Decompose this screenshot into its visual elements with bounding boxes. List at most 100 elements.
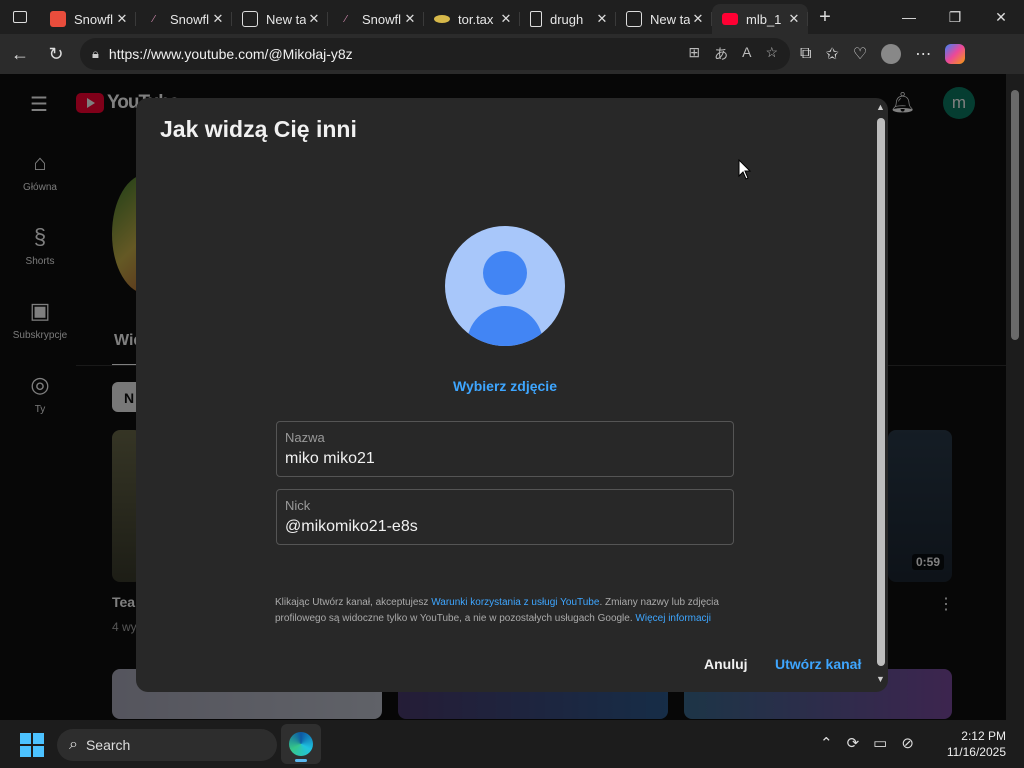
close-icon[interactable]: ✕ xyxy=(114,11,130,27)
apps-icon[interactable]: ⊞ xyxy=(688,44,700,64)
favorite-star-icon[interactable]: ☆ xyxy=(765,44,778,64)
back-icon[interactable]: ← xyxy=(2,44,38,65)
url-text[interactable]: https://www.youtube.com/@Mikołaj-y8z xyxy=(109,46,353,62)
taskbar: ⌕ Search ⌃ ⟳ ▭ ⊘ 2:12 PM 11/16/2025 xyxy=(0,720,1024,768)
active-indicator xyxy=(295,759,307,762)
tab-drugh[interactable]: drugh ✕ xyxy=(520,4,616,34)
close-icon[interactable]: ✕ xyxy=(402,11,418,27)
translate-icon[interactable]: あ xyxy=(714,44,728,64)
dialog-title: Jak widzą Cię inni xyxy=(160,116,357,142)
windows-logo-tile xyxy=(33,733,44,744)
dialog-scrollbar-thumb[interactable] xyxy=(877,118,885,666)
close-icon[interactable]: ✕ xyxy=(594,11,610,27)
system-tray: ⌃ ⟳ ▭ ⊘ xyxy=(820,734,914,752)
newtab-icon xyxy=(242,11,258,27)
handle-field[interactable]: Nick @mikomiko21-e8s xyxy=(276,489,734,545)
close-icon[interactable]: ✕ xyxy=(210,11,226,27)
window-controls: — ❐ ✕ xyxy=(886,9,1024,26)
person-body-icon xyxy=(467,306,543,346)
clock-time: 2:12 PM xyxy=(961,729,1006,743)
handle-field-value[interactable]: @mikomiko21-e8s xyxy=(285,518,733,536)
clock[interactable]: 2:12 PM 11/16/2025 xyxy=(940,728,1006,760)
dialog-scrollbar[interactable]: ▲ ▼ xyxy=(874,102,888,688)
tab-title: Snowfl xyxy=(74,11,114,27)
legal-text: Klikając Utwórz kanał, akceptujesz xyxy=(275,597,432,608)
tab-newtab-1[interactable]: New ta ✕ xyxy=(232,4,328,34)
create-channel-button[interactable]: Utwórz kanał xyxy=(775,656,861,672)
tab-snowfl-3[interactable]: ⁄ Snowfl ✕ xyxy=(328,4,424,34)
page-scrollbar-thumb[interactable] xyxy=(1011,90,1019,340)
mouse-cursor-icon xyxy=(738,159,752,180)
close-icon[interactable]: ✕ xyxy=(498,11,514,27)
tab-actions-button[interactable] xyxy=(0,0,40,34)
tor-icon xyxy=(434,15,450,23)
close-icon[interactable]: ✕ xyxy=(306,11,322,27)
browser-toolbar: ← ↻ 🔒︎ https://www.youtube.com/@Mikołaj-… xyxy=(0,34,1024,74)
youtube-icon xyxy=(722,13,738,25)
close-icon[interactable]: ✕ xyxy=(786,11,802,27)
windows-logo-tile xyxy=(33,746,44,757)
tab-newtab-2[interactable]: New ta ✕ xyxy=(616,4,712,34)
tab-title: Snowfl xyxy=(362,11,402,27)
omnibox-icons: ⊞ あ A ☆ xyxy=(688,44,790,64)
toolbar-right: ⧉ ✩ ♡ ⋯ xyxy=(800,34,966,74)
name-field-value[interactable]: miko miko21 xyxy=(285,450,733,468)
display-icon[interactable]: ▭ xyxy=(873,734,887,752)
doc-icon xyxy=(530,11,542,27)
tab-actions-icon xyxy=(13,11,27,23)
tab-snowfl-2[interactable]: ⁄ Snowfl ✕ xyxy=(136,4,232,34)
handle-field-label: Nick xyxy=(285,498,311,513)
read-aloud-icon[interactable]: A xyxy=(742,44,751,64)
address-bar[interactable]: 🔒︎ https://www.youtube.com/@Mikołaj-y8z … xyxy=(80,38,790,70)
restore-icon[interactable]: ❐ xyxy=(932,9,978,26)
favorites-icon[interactable]: ✩ xyxy=(825,44,838,64)
close-window-icon[interactable]: ✕ xyxy=(978,9,1024,26)
tab-title: New ta xyxy=(650,11,690,27)
more-icon[interactable]: ⋯ xyxy=(915,44,931,64)
tab-title: mlb_1 xyxy=(746,11,782,27)
name-field[interactable]: Nazwa miko miko21 xyxy=(276,421,734,477)
network-icon[interactable]: ⊘ xyxy=(901,734,914,752)
sync-icon[interactable]: ⟳ xyxy=(847,734,860,752)
cancel-button[interactable]: Anuluj xyxy=(704,656,748,672)
chevron-up-icon[interactable]: ⌃ xyxy=(820,734,833,752)
site-info-icon[interactable]: 🔒︎ xyxy=(92,46,99,62)
windows-logo-tile xyxy=(20,733,31,744)
start-button[interactable] xyxy=(20,733,44,757)
taskbar-search-placeholder: Search xyxy=(85,737,131,753)
edge-icon xyxy=(289,732,313,756)
newtab-icon xyxy=(626,11,642,27)
person-head-icon xyxy=(483,251,527,295)
browser-tab-strip: Snowfl ✕ ⁄ Snowfl ✕ New ta ✕ ⁄ Snowfl ✕ … xyxy=(0,0,1024,34)
scroll-down-icon[interactable]: ▼ xyxy=(876,674,885,684)
profile-picture-placeholder[interactable] xyxy=(445,226,565,346)
snowfl-icon: ⁄ xyxy=(345,13,347,25)
scroll-up-icon[interactable]: ▲ xyxy=(876,102,885,112)
profile-icon[interactable] xyxy=(881,44,902,64)
name-field-label: Nazwa xyxy=(285,430,325,445)
clock-date: 11/16/2025 xyxy=(946,745,1006,759)
reload-icon[interactable]: ↻ xyxy=(38,44,74,65)
extensions-icon[interactable]: ⧉ xyxy=(800,45,811,63)
page-scrollbar[interactable] xyxy=(1006,74,1024,720)
close-icon[interactable]: ✕ xyxy=(690,11,706,27)
snowfl-icon: ⁄ xyxy=(153,13,155,25)
taskbar-search[interactable]: ⌕ Search xyxy=(57,729,277,761)
taskbar-edge-button[interactable] xyxy=(281,724,321,764)
browser-essentials-icon[interactable]: ♡ xyxy=(853,44,867,64)
tab-snowfl-1[interactable]: Snowfl ✕ xyxy=(40,4,136,34)
snowfl-icon xyxy=(50,11,66,27)
tab-tor[interactable]: tor.tax ✕ xyxy=(424,4,520,34)
terms-link[interactable]: Warunki korzystania z usługi YouTube xyxy=(431,597,599,608)
choose-photo-button[interactable]: Wybierz zdjęcie xyxy=(136,378,874,394)
tab-title: tor.tax xyxy=(458,11,494,27)
legal-notice: Klikając Utwórz kanał, akceptujesz Warun… xyxy=(275,595,745,627)
tab-youtube-active[interactable]: mlb_1 ✕ xyxy=(712,4,808,34)
tab-title: Snowfl xyxy=(170,11,210,27)
copilot-icon[interactable] xyxy=(945,44,966,64)
new-tab-button[interactable]: + xyxy=(808,6,842,29)
windows-logo-tile xyxy=(20,746,31,757)
minimize-icon[interactable]: — xyxy=(886,9,932,26)
more-info-link[interactable]: Więcej informacji xyxy=(635,613,711,624)
tab-title: drugh xyxy=(550,11,584,27)
